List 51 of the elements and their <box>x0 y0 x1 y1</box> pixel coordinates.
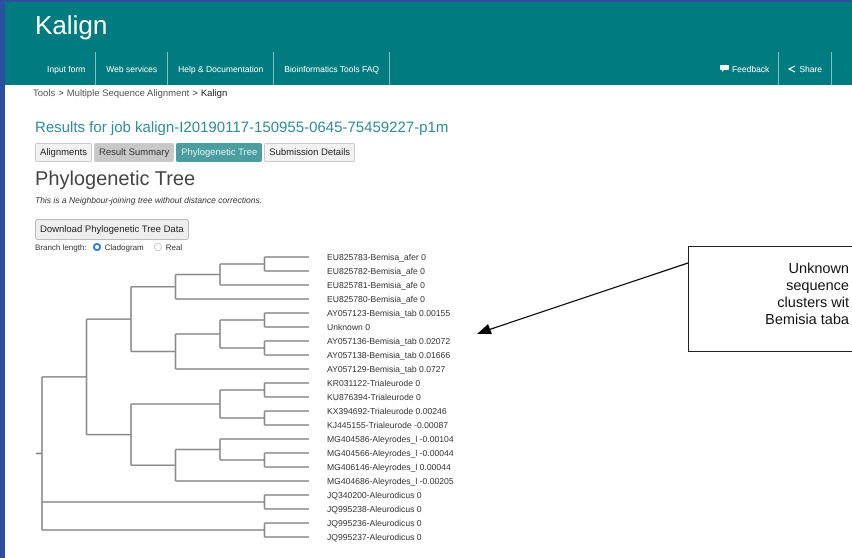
breadcrumb-separator: > <box>192 88 198 99</box>
breadcrumb-separator: > <box>58 88 64 99</box>
radio-label[interactable]: Real <box>166 242 182 252</box>
leaf-label: MG404686-Aleyrodes_l -0.00205 <box>327 475 454 488</box>
leaf-label: EU825783-Bemisa_afer 0 <box>327 251 427 264</box>
leaf-label: EU825782-Bemisia_afe 0 <box>327 265 426 278</box>
leaf-label: MG406146-Aleyrodes_l 0.00044 <box>327 461 452 474</box>
speech-bubble-icon <box>720 65 729 72</box>
description-text: This is a Neighbour-joining tree without distance corrections. <box>35 195 264 205</box>
radio-button[interactable] <box>92 243 101 251</box>
nav-link[interactable]: Web services <box>96 52 168 85</box>
callout-text: Bemisia taba <box>765 312 849 329</box>
leaf-label: JQ340200-Aleurodicus 0 <box>327 489 423 502</box>
share-link[interactable]: Share <box>779 52 832 85</box>
nav-link[interactable]: Bioinformatics Tools FAQ <box>274 52 390 85</box>
leaf-label: KU876394-Trialeurode 0 <box>327 391 422 404</box>
leaf-label: AY057136-Bemisia_tab 0.02072 <box>327 335 452 348</box>
section-title: Phylogenetic Tree <box>35 168 196 191</box>
callout-text: Unknown <box>788 261 849 278</box>
leaf-label: JQ995236-Aleurodicus 0 <box>327 517 423 530</box>
leaf-label: MG404586-Aleyrodes_l -0.00104 <box>327 433 454 446</box>
breadcrumb-current: Kalign <box>200 88 228 99</box>
tab[interactable]: Submission Details <box>264 143 356 162</box>
leaf-label: JQ995238-Aleurodicus 0 <box>327 503 423 516</box>
leaf-label: EU825781-Bemisia_afe 0 <box>327 279 426 292</box>
leaf-label: EU825780-Bemisia_afe 0 <box>327 293 426 306</box>
callout-text: clusters wit <box>777 295 849 312</box>
branch-length-label: Branch length: <box>35 242 87 252</box>
radio-label[interactable]: Cladogram <box>104 242 144 252</box>
leaf-label: KX394692-Trialeurode 0.00246 <box>327 405 448 418</box>
download-button[interactable]: Download Phylogenetic Tree Data <box>35 219 189 240</box>
leaf-label: KR031122-Trialeurode 0 <box>327 377 422 390</box>
feedback-link[interactable]: Feedback <box>710 52 780 85</box>
breadcrumb-link[interactable]: Tools <box>33 88 56 99</box>
leaf-label: JQ995237-Aleurodicus 0 <box>327 531 423 544</box>
tab[interactable]: Result Summary <box>94 143 174 162</box>
tab[interactable]: Alignments <box>35 143 92 162</box>
job-title: Results for job kalign-I20190117-150955-0645-75459227-p1m <box>35 119 450 136</box>
share-icon <box>788 64 796 72</box>
leaf-label: AY057129-Bemisia_tab 0.0727 <box>327 363 446 376</box>
leaf-label: KJ445155-Trialeurode -0.00087 <box>327 419 450 432</box>
site-title: Kalign <box>34 9 108 42</box>
nav-link[interactable]: Input form <box>37 52 96 85</box>
breadcrumb-link[interactable]: Multiple Sequence Alignment <box>66 88 190 99</box>
callout-text: sequence <box>786 278 849 295</box>
leaf-label: Unknown 0 <box>327 321 371 334</box>
leaf-label: AY057123-Bemisia_tab 0.00155 <box>327 307 452 320</box>
leaf-label: MG404566-Aleyrodes_l -0.00044 <box>327 447 454 460</box>
nav-link[interactable]: Help & Documentation <box>168 52 274 85</box>
radio-button[interactable] <box>154 243 162 251</box>
leaf-label: AY057138-Bemisia_tab 0.01666 <box>327 349 452 362</box>
